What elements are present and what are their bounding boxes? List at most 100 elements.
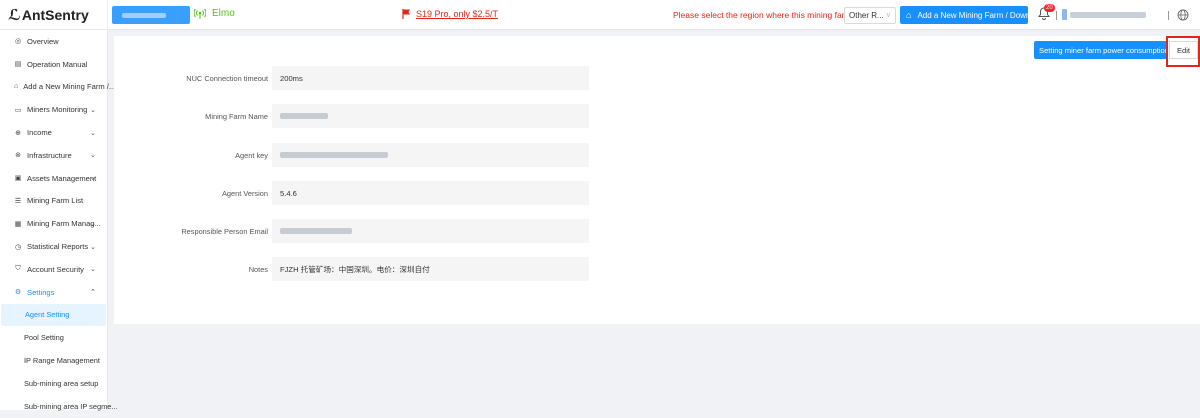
signal-status: Elmo: [194, 8, 235, 19]
field-nuc-timeout: NUC Connection timeout 200ms: [114, 66, 589, 90]
chevron-down-icon: ∨: [885, 12, 891, 19]
field-value: [272, 143, 589, 167]
field-label: NUC Connection timeout: [186, 74, 268, 83]
infrastructure-icon: ⊛: [15, 152, 21, 160]
redacted-value: [280, 228, 352, 234]
sidebar-sub-pool-setting[interactable]: Pool Setting: [0, 326, 107, 349]
sidebar-item-add-farm[interactable]: ⌂ Add a New Mining Farm /...: [0, 76, 115, 99]
sidebar-item-label: Settings: [27, 287, 55, 297]
field-value-text: 200ms: [280, 73, 303, 83]
sidebar-item-label: IP Range Management: [24, 356, 100, 366]
farm-manage-icon: ▦: [14, 220, 22, 228]
farm-selector[interactable]: [112, 6, 190, 24]
chevron-down-icon: ⌄: [90, 243, 96, 251]
field-label: Agent Version: [221, 189, 268, 198]
sidebar-item-label: Agent Setting: [25, 310, 70, 320]
monitor-icon: ▭: [14, 106, 22, 114]
farm-icon: ⌂: [14, 83, 19, 91]
sidebar-item-mining-farm-manage[interactable]: ▦ Mining Farm Manag... ⌄: [0, 212, 107, 235]
field-value: [272, 104, 589, 128]
manual-icon: ▤: [14, 61, 22, 69]
sidebar-item-account-security[interactable]: ⛉ Account Security ⌄: [0, 258, 107, 281]
add-farm-button[interactable]: ⌂ Add a New Mining Farm / Download: [900, 6, 1046, 24]
field-agent-version: Agent Version 5.4.6: [114, 181, 589, 205]
sidebar-item-label: Miners Monitoring: [27, 105, 88, 115]
sidebar-item-overview[interactable]: ◎ Overview: [0, 30, 107, 53]
signal-label: Elmo: [212, 8, 235, 19]
edit-button[interactable]: Edit: [1169, 41, 1198, 59]
sidebar-item-label: Infrastructure: [27, 150, 72, 160]
sidebar-item-label: Statistical Reports: [27, 242, 89, 252]
promo-text: S19 Pro, only $2.5/T: [416, 9, 499, 19]
region-select[interactable]: Other R... ∨: [844, 7, 896, 24]
field-notes: Notes FJZH 托管矿场：中国深圳。电价：深圳自付: [114, 257, 589, 281]
app-name: AntSentry: [21, 6, 89, 23]
field-value-text: 5.4.6: [280, 188, 297, 198]
security-icon: ⛉: [15, 265, 21, 273]
field-value: FJZH 托管矿场：中国深圳。电价：深圳自付: [272, 257, 589, 281]
flag-icon: [402, 9, 410, 19]
sidebar-item-label: Operation Manual: [27, 59, 88, 69]
promo-link[interactable]: S19 Pro, only $2.5/T: [402, 9, 498, 19]
globe-icon[interactable]: [1177, 9, 1189, 21]
divider: [1168, 11, 1169, 20]
agent-settings-panel: Setting miner farm power consumption Edi…: [114, 36, 1200, 324]
app-logo[interactable]: ℒ AntSentry: [0, 0, 108, 30]
sidebar-sub-mining-area-ip[interactable]: Sub-mining area IP segme...: [0, 395, 118, 418]
farm-icon: ⌂: [906, 10, 912, 20]
user-account[interactable]: [1070, 12, 1146, 18]
sidebar-item-settings[interactable]: ⚙ Settings ⌃: [0, 281, 107, 304]
income-icon: ⊕: [15, 129, 21, 137]
field-agent-key: Agent key: [114, 143, 589, 167]
chevron-down-icon: ⌄: [90, 129, 96, 137]
chevron-down-icon: ⌄: [90, 152, 96, 160]
sidebar-item-infrastructure[interactable]: ⊛ Infrastructure ⌄: [0, 144, 107, 167]
chevron-down-icon: ⌄: [90, 220, 96, 228]
sidebar-item-statistical-reports[interactable]: ◷ Statistical Reports ⌄: [0, 235, 107, 258]
sidebar-item-label: Sub-mining area setup: [24, 378, 99, 388]
avatar[interactable]: [1062, 9, 1067, 20]
sidebar-item-label: Assets Management: [27, 173, 97, 183]
sidebar-item-label: Income: [27, 128, 52, 138]
field-label: Responsible Person Email: [181, 227, 268, 236]
power-consumption-button[interactable]: Setting miner farm power consumption: [1034, 41, 1174, 59]
notification-badge: 20: [1044, 4, 1055, 12]
settings-icon: ⚙: [14, 289, 22, 297]
reports-icon: ◷: [14, 243, 22, 251]
sidebar-item-label: Account Security: [27, 264, 84, 274]
notification-bell[interactable]: 20: [1038, 4, 1055, 21]
sidebar-item-income[interactable]: ⊕ Income ⌄: [0, 121, 107, 144]
sidebar-item-mining-farm-list[interactable]: ☰ Mining Farm List: [0, 190, 107, 213]
field-label: Notes: [248, 265, 268, 274]
sidebar-sub-mining-area-setup[interactable]: Sub-mining area setup: [0, 372, 107, 395]
sidebar-item-label: Overview: [27, 36, 59, 46]
signal-icon: [194, 8, 206, 19]
field-value-text: FJZH 托管矿场：中国深圳。电价：深圳自付: [280, 264, 430, 274]
sidebar-item-label: Add a New Mining Farm /...: [23, 82, 116, 92]
field-value: 200ms: [272, 66, 589, 90]
sidebar-sub-ip-range[interactable]: IP Range Management: [0, 349, 107, 372]
redacted-value: [280, 113, 328, 119]
sidebar-item-label: Mining Farm List: [27, 196, 84, 206]
field-label: Mining Farm Name: [205, 112, 268, 121]
region-select-value: Other R...: [849, 11, 884, 20]
sidebar: ◎ Overview ▤ Operation Manual ⌂ Add a Ne…: [0, 30, 118, 411]
field-farm-name: Mining Farm Name: [114, 104, 589, 128]
field-label: Agent key: [235, 151, 268, 160]
chevron-down-icon: ⌄: [90, 175, 96, 183]
sidebar-item-miners-monitoring[interactable]: ▭ Miners Monitoring ⌄: [0, 98, 107, 121]
field-value: [272, 219, 589, 243]
divider: [1056, 11, 1057, 20]
assets-icon: ▣: [14, 175, 22, 183]
sidebar-item-operation-manual[interactable]: ▤ Operation Manual: [0, 53, 107, 76]
sidebar-item-label: Sub-mining area IP segme...: [24, 401, 118, 411]
antsentry-logo-icon: ℒ: [8, 6, 21, 24]
field-responsible-email: Responsible Person Email: [114, 219, 589, 243]
chevron-up-icon: ⌃: [90, 289, 96, 297]
chevron-down-icon: ⌄: [90, 106, 96, 114]
sidebar-item-assets-management[interactable]: ▣ Assets Management ⌄: [0, 167, 107, 190]
sidebar-sub-agent-setting[interactable]: Agent Setting: [1, 303, 106, 327]
redacted-value: [280, 152, 388, 158]
add-farm-label: Add a New Mining Farm / Download: [917, 10, 1046, 20]
field-value: 5.4.6: [272, 181, 589, 205]
